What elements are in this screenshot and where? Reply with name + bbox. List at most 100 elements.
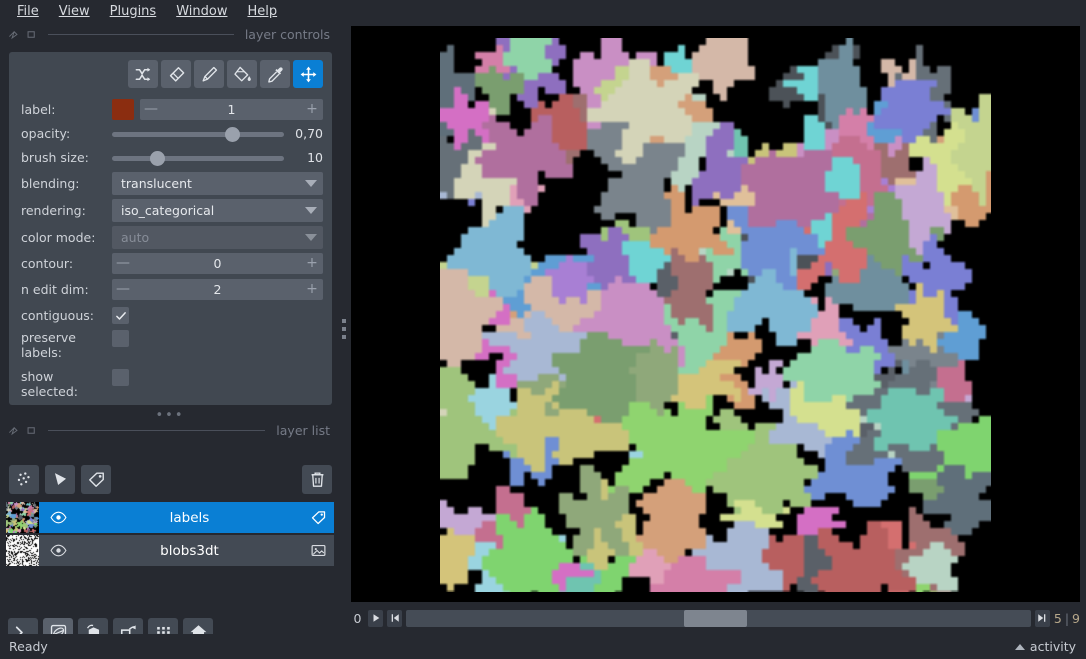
layer-visibility-toggle-labels[interactable]	[39, 511, 77, 524]
activity-toggle[interactable]: activity	[1014, 639, 1086, 654]
contour-decrement[interactable]: —	[112, 253, 134, 274]
n-edit-dim-spinbox[interactable]: — 2 +	[112, 279, 323, 300]
menu-plugins-label: Plugins	[109, 3, 157, 19]
fill-bucket-icon	[233, 66, 251, 82]
layer-controls-title: layer controls	[244, 26, 330, 42]
napari-window: File View Plugins Window Help layer cont…	[0, 0, 1086, 659]
brush-size-slider[interactable]	[112, 149, 284, 167]
layer-list-title: layer list	[276, 422, 330, 438]
paintbrush-icon	[201, 66, 217, 82]
label-increment[interactable]: +	[301, 99, 323, 120]
delete-layer-button[interactable]	[302, 464, 332, 494]
label-spinbox[interactable]: — 1 +	[140, 99, 323, 120]
menu-file[interactable]: File	[8, 2, 48, 23]
new-shapes-layer-button[interactable]	[45, 464, 75, 494]
preserve-labels-row: preserve labels:	[9, 329, 332, 367]
labels-tool-row	[128, 60, 323, 88]
label-color-swatch[interactable]	[112, 99, 134, 120]
brush-size-row: brush size: 10	[9, 146, 332, 169]
layer-controls-titlebar: layer controls	[0, 24, 340, 44]
fill-bucket-tool[interactable]	[227, 60, 257, 88]
contour-spinbox[interactable]: — 0 +	[112, 253, 323, 274]
menu-file-label: File	[17, 3, 39, 19]
dims-play-button[interactable]	[368, 609, 383, 627]
menu-plugins[interactable]: Plugins	[101, 2, 166, 23]
points-icon	[17, 471, 30, 485]
opacity-row: opacity: 0,70	[9, 122, 332, 145]
color-picker-tool[interactable]	[260, 60, 290, 88]
rendering-caption: rendering:	[21, 202, 86, 218]
contour-row: contour: — 0 +	[9, 251, 332, 276]
layer-name-blobs3dt: blobs3dt	[160, 542, 219, 559]
titlebar-rule	[48, 429, 266, 431]
image-icon	[311, 544, 325, 557]
layer-row-blobs3dt[interactable]: blobs3dt	[6, 535, 334, 566]
shuffle-icon	[135, 67, 150, 81]
n-edit-dim-increment[interactable]: +	[301, 279, 323, 300]
shuffle-colors-tool[interactable]	[128, 60, 158, 88]
chevron-down-icon	[305, 179, 317, 187]
pan-zoom-tool[interactable]	[293, 60, 323, 88]
opacity-caption: opacity:	[21, 126, 71, 141]
contour-increment[interactable]: +	[301, 253, 323, 274]
float-dock-icon[interactable]	[8, 425, 19, 436]
layer-visibility-toggle-blobs3dt[interactable]	[39, 544, 77, 557]
menu-window-label: Window	[176, 3, 228, 19]
color-mode-dropdown: auto	[112, 225, 323, 249]
menu-help[interactable]: Help	[238, 2, 286, 23]
brush-size-caption: brush size:	[21, 150, 89, 165]
dims-separator: |	[1064, 610, 1070, 626]
show-selected-checkbox[interactable]	[112, 369, 129, 386]
play-icon	[373, 614, 379, 622]
menu-window[interactable]: Window	[167, 2, 236, 23]
n-edit-dim-caption: n edit dim:	[21, 282, 89, 297]
layer-controls-panel: label: — 1 + opacity: 0,70 brush size: 1…	[9, 52, 332, 405]
menu-bar: File View Plugins Window Help	[0, 0, 1086, 24]
label-caption: label:	[21, 102, 56, 117]
show-selected-row: show selected:	[9, 368, 332, 406]
new-points-layer-button[interactable]	[9, 464, 39, 494]
blending-dropdown[interactable]: translucent	[112, 171, 323, 195]
dims-last-frame-button[interactable]	[1034, 609, 1050, 627]
blending-caption: blending:	[21, 175, 80, 191]
opacity-value: 0,70	[295, 126, 323, 141]
blending-value: translucent	[121, 175, 192, 191]
status-bar: Ready activity	[0, 634, 1086, 659]
float-dock-icon[interactable]	[8, 29, 19, 40]
n-edit-dim-decrement[interactable]: —	[112, 279, 134, 300]
dock-splitter[interactable]	[339, 24, 349, 634]
opacity-slider-handle[interactable]	[224, 126, 240, 142]
dims-slider-handle[interactable]	[684, 609, 748, 627]
shapes-icon	[54, 472, 66, 485]
close-dock-icon[interactable]	[26, 425, 37, 436]
layer-row-labels[interactable]: labels	[6, 502, 334, 533]
preserve-labels-checkbox[interactable]	[112, 330, 129, 347]
dims-range-readout: 5 | 9	[1054, 611, 1080, 626]
layer-list-titlebar: layer list	[0, 420, 340, 440]
brush-size-slider-track	[112, 155, 284, 161]
contiguous-checkbox[interactable]	[112, 307, 129, 324]
label-decrement[interactable]: —	[140, 99, 162, 120]
eye-icon	[49, 511, 67, 524]
color-mode-caption: color mode:	[21, 229, 96, 245]
eraser-tool[interactable]	[161, 60, 191, 88]
dims-slider-track[interactable]	[406, 609, 1031, 627]
menu-view[interactable]: View	[50, 2, 99, 23]
chevron-down-icon	[305, 233, 317, 241]
titlebar-rule	[48, 33, 234, 35]
close-dock-icon[interactable]	[26, 29, 37, 40]
label-value: 1	[227, 102, 236, 117]
dims-first-frame-button[interactable]	[387, 609, 402, 627]
rendering-dropdown[interactable]: iso_categorical	[112, 198, 323, 222]
brush-size-slider-handle[interactable]	[149, 150, 165, 166]
skip-start-icon	[391, 614, 399, 622]
new-labels-layer-button[interactable]	[81, 464, 111, 494]
opacity-slider-track	[112, 131, 284, 137]
activity-label: activity	[1029, 639, 1076, 654]
labels-tag-icon	[311, 511, 325, 525]
viewer-canvas[interactable]	[351, 26, 1080, 602]
opacity-slider[interactable]	[112, 125, 284, 143]
splitter-grip	[342, 319, 346, 339]
trash-icon	[311, 472, 323, 487]
paint-brush-tool[interactable]	[194, 60, 224, 88]
